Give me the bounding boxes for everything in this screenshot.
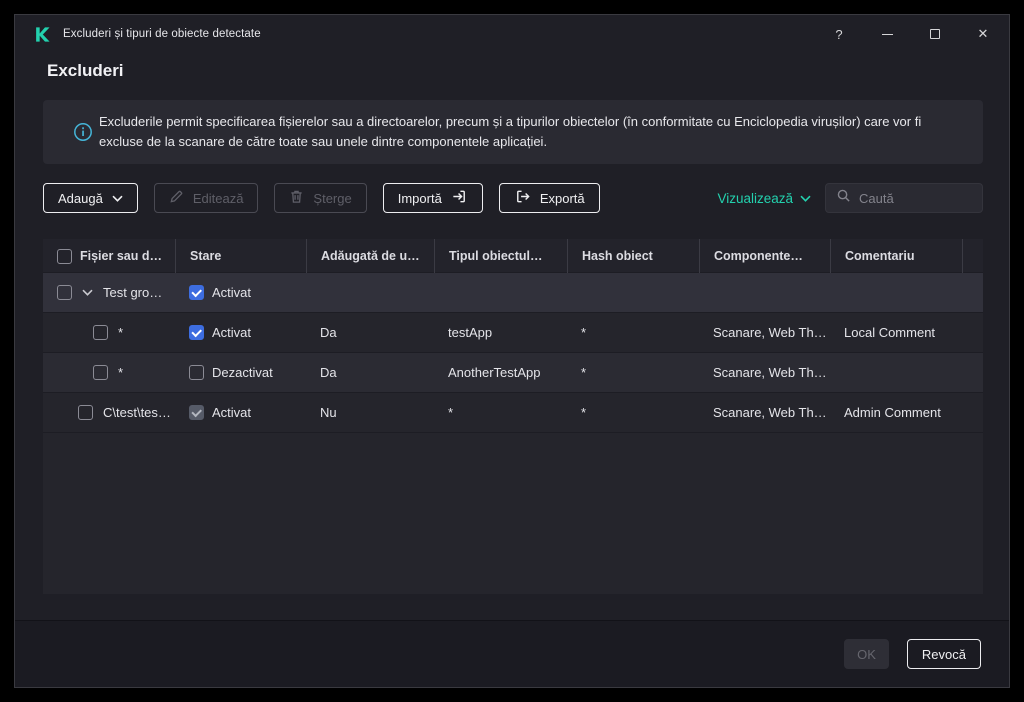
export-button-label: Exportă [540, 191, 585, 206]
cell-hash: * [567, 325, 699, 340]
cell-added-by: Da [306, 325, 434, 340]
delete-button-label: Șterge [313, 191, 351, 206]
cell-comment: Admin Comment [830, 405, 962, 420]
view-dropdown-label: Vizualizează [717, 191, 793, 206]
row-select-checkbox[interactable] [78, 405, 93, 420]
exclusions-table: Fișier sau d… Stare Adăugată de u… Tipul… [43, 239, 983, 594]
chevron-down-icon [800, 195, 811, 202]
cell-components: Scanare, Web Th… [699, 325, 830, 340]
view-dropdown[interactable]: Vizualizează [717, 183, 811, 213]
header-status: Stare [175, 239, 306, 273]
footer: OK Revocă [15, 620, 1009, 687]
page-title: Excluderi [47, 61, 124, 81]
cancel-button[interactable]: Revocă [907, 639, 981, 669]
header-file-label: Fișier sau d… [80, 249, 162, 263]
cell-comment: Local Comment [830, 325, 962, 340]
ok-button[interactable]: OK [844, 639, 889, 669]
row-select-checkbox[interactable] [57, 285, 72, 300]
header-spacer [962, 239, 983, 273]
search-icon [836, 188, 851, 208]
import-button-label: Importă [398, 191, 442, 206]
pencil-icon [169, 189, 184, 207]
cell-hash: * [567, 365, 699, 380]
header-added-by: Adăugată de u… [306, 239, 434, 273]
add-button[interactable]: Adaugă [43, 183, 138, 213]
table-header: Fișier sau d… Stare Adăugată de u… Tipul… [43, 239, 983, 273]
status-checkbox[interactable] [189, 365, 204, 380]
import-button[interactable]: Importă [383, 183, 483, 213]
app-window: Excluderi și tipuri de obiecte detectate… [14, 14, 1010, 688]
edit-button-label: Editează [193, 191, 244, 206]
close-icon[interactable]: ✕ [975, 15, 991, 53]
window-title: Excluderi și tipuri de obiecte detectate [63, 28, 261, 40]
table-row[interactable]: * Dezactivat Da AnotherTestApp * Scanare… [43, 353, 983, 393]
cell-added-by: Da [306, 365, 434, 380]
header-file: Fișier sau d… [43, 239, 175, 273]
export-icon [514, 188, 531, 208]
cell-object-type: testApp [434, 325, 567, 340]
chevron-down-icon[interactable] [82, 289, 93, 296]
delete-button[interactable]: Șterge [274, 183, 366, 213]
table-row[interactable]: * Activat Da testApp * Scanare, Web Th… … [43, 313, 983, 353]
chevron-down-icon [112, 195, 123, 202]
header-object-type: Tipul obiectul… [434, 239, 567, 273]
cell-object-type: AnotherTestApp [434, 365, 567, 380]
row-select-checkbox[interactable] [93, 365, 108, 380]
cell-hash: * [567, 405, 699, 420]
search-box [825, 183, 983, 213]
row-select-checkbox[interactable] [93, 325, 108, 340]
header-comment: Comentariu [830, 239, 962, 273]
table-row[interactable]: Test gro… Activat [43, 273, 983, 313]
status-label: Activat [212, 285, 251, 300]
trash-icon [289, 189, 304, 207]
table-row[interactable]: C\test\tes… Activat Nu * * Scanare, Web … [43, 393, 983, 433]
status-checkbox [189, 405, 204, 420]
row-name: C\test\tes… [103, 405, 171, 420]
header-components: Componente… [699, 239, 830, 273]
export-button[interactable]: Exportă [499, 183, 600, 213]
cell-components: Scanare, Web Th… [699, 365, 830, 380]
header-hash: Hash obiect [567, 239, 699, 273]
add-button-label: Adaugă [58, 191, 103, 206]
info-banner-text: Excluderile permit specificarea fișierel… [99, 112, 961, 151]
status-checkbox[interactable] [189, 325, 204, 340]
cell-components: Scanare, Web Th… [699, 405, 830, 420]
row-name: Test gro… [103, 285, 162, 300]
info-icon [73, 122, 93, 142]
status-label: Dezactivat [212, 365, 273, 380]
window-controls: ? ✕ [831, 15, 991, 53]
status-checkbox[interactable] [189, 285, 204, 300]
toolbar: Adaugă Editează Șterge Importă [43, 183, 983, 213]
status-label: Activat [212, 405, 251, 420]
cell-added-by: Nu [306, 405, 434, 420]
edit-button[interactable]: Editează [154, 183, 259, 213]
row-name: * [118, 365, 123, 380]
status-label: Activat [212, 325, 251, 340]
minimize-icon[interactable] [879, 15, 895, 53]
cell-object-type: * [434, 405, 567, 420]
kaspersky-logo-icon [33, 25, 51, 43]
row-name: * [118, 325, 123, 340]
select-all-checkbox[interactable] [57, 249, 72, 264]
titlebar: Excluderi și tipuri de obiecte detectate… [15, 15, 1009, 53]
import-icon [451, 188, 468, 208]
search-input[interactable] [859, 191, 972, 206]
maximize-icon[interactable] [927, 15, 943, 53]
help-icon[interactable]: ? [831, 15, 847, 53]
info-banner: Excluderile permit specificarea fișierel… [43, 100, 983, 164]
